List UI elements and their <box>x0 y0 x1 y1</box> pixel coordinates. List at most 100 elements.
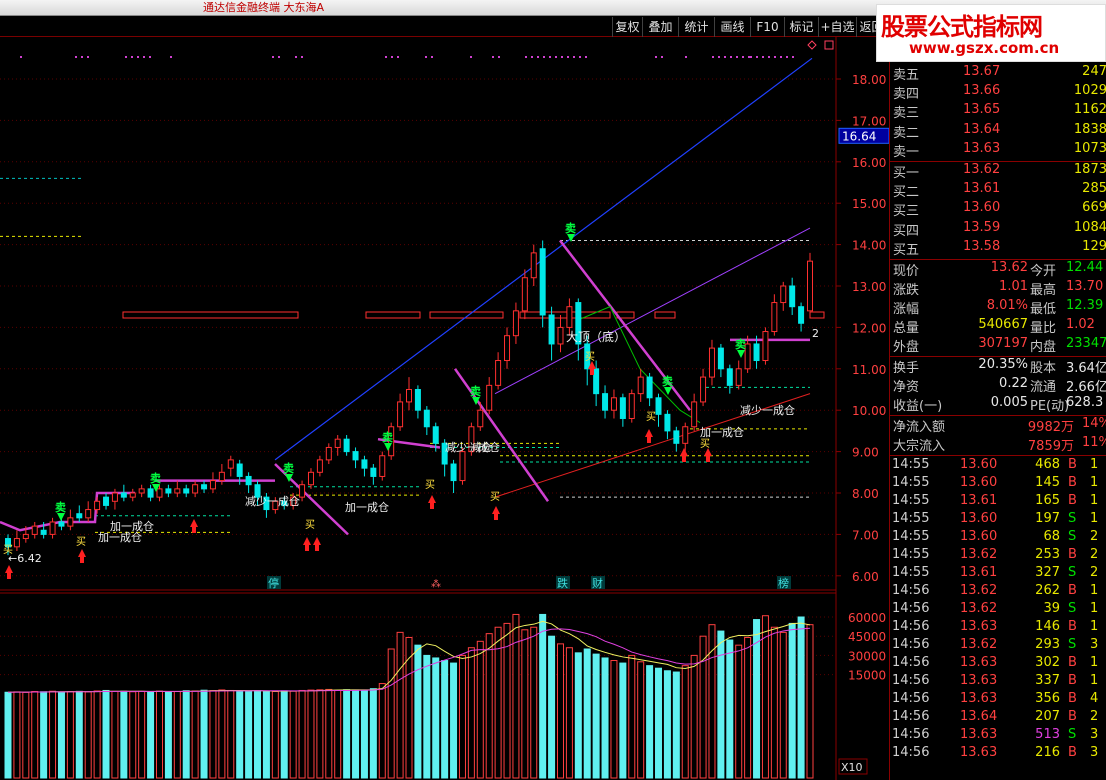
quote-label: 最高 <box>1030 283 1057 298</box>
trade-tick-row: 14:55 13.60 468 B 1 <box>890 457 1106 475</box>
price-tick-label: 16.00 <box>852 156 886 170</box>
buy-arrow-stem <box>80 557 84 563</box>
buy-arrow-icon <box>303 537 311 545</box>
signal-dot <box>585 56 587 58</box>
tick-count: 1 <box>1090 619 1099 634</box>
price-tick-label: 14.00 <box>852 239 886 253</box>
ask-price: 13.65 <box>963 102 1001 118</box>
candle-body <box>379 455 386 477</box>
price-tick-label: 11.00 <box>852 363 886 377</box>
signal-dot <box>730 56 732 58</box>
sell-signal: 卖 <box>735 337 746 351</box>
tick-side: B <box>1068 547 1077 562</box>
volume-bar <box>788 622 796 779</box>
trading-terminal: 通达信金融终端 大东海A 复权 叠加 统计 画线 F10 标记 +自选 返回 18.00 17.… <box>0 0 1106 780</box>
ask-row[interactable]: 卖五 13.67 247 <box>890 64 1106 83</box>
tick-side: S <box>1068 637 1077 652</box>
candle-body <box>753 343 760 362</box>
signal-dot <box>295 56 297 58</box>
flow-pct: 11% <box>1082 435 1106 450</box>
bid-row[interactable]: 买四 13.59 1084 <box>890 220 1106 239</box>
signal-dot <box>748 56 750 58</box>
tick-side: B <box>1068 709 1077 724</box>
candle-body <box>414 389 421 411</box>
ask-row[interactable]: 卖四 13.66 1029 <box>890 83 1106 102</box>
quote-label: 现价 <box>893 264 920 279</box>
position-annotation: 加一成仓 <box>110 519 154 533</box>
volume-bar <box>31 690 39 779</box>
candle-body <box>183 488 190 494</box>
signal-dot <box>137 56 139 58</box>
candle-body <box>423 409 430 428</box>
fundamental-row: 净资 0.22 流通 2.66亿 <box>890 376 1106 395</box>
fundamental-label: 收益(一) <box>893 399 943 414</box>
ask-volume: 1162 <box>1073 102 1106 118</box>
signal-dot <box>555 56 557 58</box>
bid-volume: 669 <box>1082 200 1106 216</box>
tick-time: 14:55 <box>892 475 930 490</box>
bid-row[interactable]: 买五 13.58 129 <box>890 239 1106 258</box>
sell-signal: 卖 <box>470 384 481 398</box>
fundamental-value: 3.64亿 <box>1066 361 1106 376</box>
volume-bar <box>797 616 805 779</box>
volume-bar <box>601 657 609 779</box>
volume-bar <box>539 613 547 779</box>
volume-bar <box>387 648 395 779</box>
sell-arrow-icon <box>664 387 672 395</box>
signal-dot <box>537 56 539 58</box>
ask-price: 13.66 <box>963 83 1001 99</box>
tick-price: 13.60 <box>960 475 998 490</box>
signal-dot <box>724 56 726 58</box>
buy-arrow-icon <box>5 565 13 573</box>
tick-volume: 302 <box>1035 655 1060 670</box>
signal-dot <box>561 56 563 58</box>
volume-bar <box>396 631 404 779</box>
volume-bar <box>75 690 83 779</box>
ask-row[interactable]: 卖二 13.64 1838 <box>890 122 1106 141</box>
tick-side: B <box>1068 745 1077 760</box>
candle-body <box>557 326 564 345</box>
tick-time: 14:55 <box>892 547 930 562</box>
buy-arrow-stem <box>647 437 651 443</box>
volume-bar <box>414 644 422 779</box>
volume-bar <box>521 629 529 779</box>
signal-dot <box>736 56 738 58</box>
tick-price: 13.60 <box>960 529 998 544</box>
quote-label: 内盘 <box>1030 340 1057 355</box>
volume-bar <box>779 631 787 779</box>
quote-label: 量比 <box>1030 321 1057 336</box>
bid-label: 买二 <box>893 185 920 201</box>
bid-row[interactable]: 买二 13.61 285 <box>890 181 1106 200</box>
signal-dot <box>792 56 794 58</box>
candle-body <box>111 492 118 502</box>
current-price-label: 16.64 <box>842 129 876 143</box>
signal-dot <box>272 56 274 58</box>
quote-label: 外盘 <box>893 340 920 355</box>
bid-row[interactable]: 买三 13.60 669 <box>890 200 1106 219</box>
signal-dot <box>20 56 22 58</box>
candle-body <box>610 397 617 411</box>
right-marker-label: 2 <box>812 327 819 340</box>
trade-tick-row: 14:56 13.62 39 S 1 <box>890 601 1106 619</box>
signal-dot <box>786 56 788 58</box>
signal-dot <box>125 56 127 58</box>
volume-bar <box>209 690 217 779</box>
candle-body <box>361 459 368 469</box>
quote-label: 涨跌 <box>893 283 920 298</box>
tick-side: S <box>1068 511 1077 526</box>
tick-count: 1 <box>1090 583 1099 598</box>
candle-body <box>735 368 742 386</box>
candle-body <box>664 413 671 432</box>
bid-label: 买三 <box>893 204 920 220</box>
price-tick-label: 6.00 <box>852 570 879 584</box>
bid-row[interactable]: 买一 13.62 1873 <box>890 162 1106 181</box>
tick-volume: 39 <box>1043 601 1060 616</box>
ask-row[interactable]: 卖三 13.65 1162 <box>890 102 1106 121</box>
ask-row[interactable]: 卖一 13.63 1073 <box>890 141 1106 160</box>
candle-body <box>512 310 519 337</box>
candle-body <box>780 285 787 304</box>
volume-bar <box>681 665 689 779</box>
trade-tick-row: 14:55 13.61 327 S 2 <box>890 565 1106 583</box>
volume-bar <box>102 689 110 779</box>
ask-label: 卖五 <box>893 68 920 83</box>
